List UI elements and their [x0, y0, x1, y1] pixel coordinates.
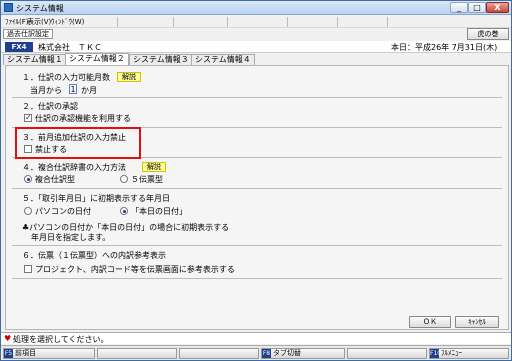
section-title: ２．仕訳の承認 [22, 102, 78, 111]
menu-window[interactable]: ｳｨﾝﾄﾞｳ(W) [51, 17, 84, 27]
tab-strip: システム情報１ システム情報２ システム情報３ システム情報４ [3, 53, 509, 65]
section-title: ６．伝票（１伝票型）への内訳参考表示 [22, 251, 166, 260]
today-date-radio[interactable] [120, 207, 128, 215]
tab-system-info-1[interactable]: システム情報１ [3, 54, 67, 65]
status-message: 処理を選択してください。 [13, 335, 109, 344]
kako-shiwake-button[interactable]: 過去仕訳設定 [3, 29, 53, 39]
today-date: 本日：平成26年 7月31日(木) [391, 43, 498, 52]
tab-system-info-3[interactable]: システム情報３ [129, 54, 193, 65]
company-name: 株式会社 ＴＫＣ [38, 43, 102, 52]
five-voucher-label: ５伝票型 [131, 175, 163, 184]
f8-tab-switch-button[interactable]: F8 タブ切替 [261, 348, 345, 359]
months-suffix: か月 [81, 86, 97, 95]
menu-bar: ﾌｧｲﾙ(F) 表示(V) ｳｨﾝﾄﾞｳ(W) [1, 15, 511, 28]
heart-icon: ♥ [4, 334, 12, 343]
section-initial-date: ５．「取引年月日」に初期表示する年月日 パソコンの日付 「本日の日付」 ♣パソコ… [22, 193, 302, 245]
ok-button[interactable]: ＯＫ [409, 316, 451, 328]
f10-full-menu-button[interactable]: F10ﾌﾙﾒﾆｭｰ [429, 348, 509, 359]
window-title: システム情報 [16, 4, 64, 13]
pc-date-label: パソコンの日付 [35, 207, 91, 216]
section-reference-display: ６．伝票（１伝票型）への内訳参考表示 プロジェクト、内訳コード等を伝票画面に参考… [22, 250, 322, 276]
f10-key-icon: F10 [430, 349, 442, 358]
reference-display-label: プロジェクト、内訳コード等を伝票画面に参考表示する [35, 265, 235, 274]
f5-prev-item-button[interactable]: F5 前項目 [3, 348, 95, 359]
pc-date-radio[interactable] [24, 207, 32, 215]
maximize-button[interactable]: □ [468, 2, 486, 13]
company-bar: FX4 株式会社 ＴＫＣ 本日：平成26年 7月31日(木) [1, 41, 511, 53]
menu-file[interactable]: ﾌｧｲﾙ(F) [5, 17, 29, 27]
tab-system-info-4[interactable]: システム情報４ [191, 54, 255, 65]
f8-key-icon: F8 [262, 349, 271, 358]
section-title: ５．「取引年月日」に初期表示する年月日 [22, 194, 170, 203]
minimize-button[interactable]: _ [450, 2, 468, 13]
section-compound-dict: ４．複合仕訳辞書の入力方法 解説 複合仕訳型 ５伝票型 [22, 162, 282, 188]
window: システム情報 _ □ X ﾌｧｲﾙ(F) 表示(V) ｳｨﾝﾄﾞｳ(W) 過去仕… [0, 0, 512, 361]
app-icon [4, 3, 13, 12]
tab-system-info-2[interactable]: システム情報２ [65, 53, 129, 65]
reference-display-checkbox[interactable] [24, 265, 32, 273]
toolbar: 過去仕訳設定 虎の巻 [1, 28, 511, 40]
product-code: FX4 [5, 42, 33, 52]
months-prefix: 当月から [30, 86, 62, 95]
cancel-button[interactable]: ｷｬﾝｾﾙ [455, 316, 499, 328]
compound-type-label: 複合仕訳型 [35, 175, 75, 184]
today-date-label: 「本日の日付」 [131, 207, 187, 216]
f8-label: タブ切替 [273, 349, 301, 357]
close-button[interactable]: X [486, 2, 509, 13]
help-button[interactable]: 解説 [142, 162, 166, 172]
settings-panel: １．仕訳の入力可能月数 解説 当月から 1 か月 ２．仕訳の承認 仕訳の承認機能… [5, 65, 509, 330]
f10-label: ﾌﾙﾒﾆｭｰ [441, 349, 462, 357]
section-title: １．仕訳の入力可能月数 [22, 73, 110, 82]
title-bar: システム情報 _ □ X [1, 1, 511, 15]
status-bar: ♥ 処理を選択してください。 [1, 332, 511, 344]
f5-label: 前項目 [15, 349, 36, 357]
compound-type-radio[interactable] [24, 175, 32, 183]
approval-label: 仕訳の承認機能を利用する [35, 114, 131, 123]
approval-checkbox[interactable] [24, 113, 32, 122]
toranomaki-button[interactable]: 虎の巻 [467, 28, 509, 40]
f5-key-icon: F5 [4, 349, 13, 358]
highlight-box [15, 127, 141, 159]
section-title: ４．複合仕訳辞書の入力方法 [22, 163, 126, 172]
menu-view[interactable]: 表示(V) [27, 17, 51, 27]
function-key-bar: F5 前項目 F8 タブ切替 F10ﾌﾙﾒﾆｭｰ [1, 345, 511, 360]
five-voucher-radio[interactable] [120, 175, 128, 183]
section-input-months: １．仕訳の入力可能月数 解説 当月から 1 か月 [22, 72, 172, 100]
help-button[interactable]: 解説 [117, 72, 141, 82]
note-line-2: 年月日を指定します。 [31, 233, 111, 242]
months-input[interactable]: 1 [69, 84, 77, 94]
section-approval: ２．仕訳の承認 仕訳の承認機能を利用する [22, 101, 222, 127]
